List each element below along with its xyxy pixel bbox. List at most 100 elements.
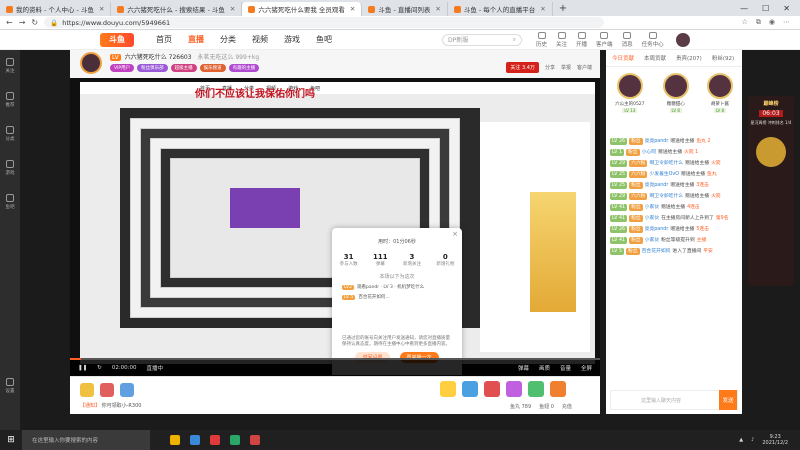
browser-tab[interactable]: 六六猪死吃什么 - 搜索结果 - 斗鱼 ✕ [111,2,243,16]
sidebar-item-recommend[interactable]: 推荐 [6,92,15,108]
tab-fans[interactable]: 粉丝(92) [712,54,734,62]
back-button[interactable]: ← [6,18,13,27]
maximize-icon[interactable]: ☐ [762,4,769,13]
notice-text[interactable]: 你可领取小-R300 [102,403,142,409]
search-input[interactable]: DP新服 ⌕ [442,33,522,46]
browser-tab-active[interactable]: 六六猪死吃什么要我 全员观看 ✕ [242,2,363,16]
history-button[interactable]: 历史 [536,31,547,48]
nav-home[interactable]: 首页 [156,34,172,45]
task-button[interactable]: 任务中心 [642,31,664,48]
activity-icon[interactable] [80,383,94,397]
profile-icon[interactable]: ◉ [769,18,775,27]
client-link[interactable]: 客户端 [577,64,592,71]
minimize-icon[interactable]: — [740,4,748,13]
chat-username[interactable]: 亮亮pandr [645,138,669,145]
sidebar-item-category[interactable]: 分类 [6,126,15,142]
url-field[interactable]: 🔒 https://www.douyu.com/5949661 [44,17,605,28]
close-icon[interactable]: ✕ [350,5,355,13]
app-icon[interactable] [250,435,260,445]
sidebar-item-game[interactable]: 游戏 [6,160,15,176]
activity-icon[interactable] [120,383,134,397]
network-icon[interactable]: ▲ [739,437,743,443]
volume-button[interactable]: 音量 [560,364,571,372]
report-button[interactable]: 举报 [561,64,571,71]
follow-button[interactable]: 关注 3.4万 [506,62,539,73]
nav-live[interactable]: 直播 [188,34,204,45]
sidebar-item-settings[interactable]: 设置 [6,378,15,394]
chat-username[interactable]: 小家伙 [645,215,659,222]
chat-list[interactable]: LV 26 粉丝 亮亮pandr 赠送给主播 鱼丸 2 LV 1 粉丝 小心阿 赠送给主播 火箭… [606,138,742,364]
share-button[interactable]: 分享 [545,64,555,71]
pause-icon[interactable]: ❚❚ [78,365,87,371]
browser-tab[interactable]: 我的资料 - 个人中心 - 斗鱼 ✕ [0,2,112,16]
sidebar-item-follow[interactable]: 关注 [6,58,15,74]
file-explorer-icon[interactable] [170,435,180,445]
rank-item[interactable]: 六公主的0527 LV 13 [615,73,645,113]
activity-icon[interactable] [100,383,114,397]
extensions-icon[interactable]: ⧉ [756,18,761,27]
app-icon[interactable] [210,435,220,445]
chat-username[interactable]: 百合花开如何 [642,248,671,255]
room-tag[interactable]: 娱乐频道 [199,64,226,72]
search-icon[interactable]: ⌕ [513,36,516,44]
sidebar-item-yuba[interactable]: 鱼吧 [6,194,15,210]
nav-yuba[interactable]: 鱼吧 [316,34,332,45]
chat-username[interactable]: 少发着生OvO [649,171,679,178]
room-tag[interactable]: 有趣的主播 [228,64,260,72]
nav-game[interactable]: 游戏 [284,34,300,45]
gift-icon[interactable] [484,381,500,397]
clock[interactable]: 9:23 2021/12/2 [762,434,788,446]
chat-username[interactable]: 啊卫令卵吃什么 [649,160,683,167]
chat-username[interactable]: 亮亮pandr [645,226,669,233]
start-button[interactable]: ⊞ [0,435,22,445]
douyu-logo[interactable]: 斗鱼 [100,32,134,47]
peak-rank-widget[interactable]: 巅峰榜 06:03 星河周榜 冲刺排名 1/4 [748,96,794,286]
video-player[interactable]: 首页 直播 分类 视频 游戏 鱼吧 你们不应该让我保佑你们吗 × 用时：01分0… [70,78,600,375]
browser-tab[interactable]: 斗鱼 - 直播间列表 ✕ [362,2,448,16]
room-tag[interactable]: 超级主播 [170,64,197,72]
chat-input-box[interactable]: 这里输入聊天内容 发送 [610,390,738,410]
fullscreen-button[interactable]: 全屏 [581,364,592,372]
recharge-button[interactable]: 充值 [562,403,572,410]
browser-tab[interactable]: 斗鱼 - 每个人的直播平台 ✕ [448,2,553,16]
broadcast-button[interactable]: 开播 [576,31,587,48]
forward-button[interactable]: → [19,18,26,27]
refresh-icon[interactable]: ↻ [97,365,102,371]
chat-username[interactable]: 小心阿 [642,149,656,156]
menu-icon[interactable]: ⋯ [783,18,790,27]
new-tab-button[interactable]: + [553,3,573,14]
anchor-avatar[interactable] [80,52,102,74]
quality-button[interactable]: 画质 [539,364,550,372]
room-tag[interactable]: 粉丝俱乐部 [137,64,168,72]
volume-icon[interactable]: ♪ [751,437,754,443]
close-icon[interactable]: ✕ [540,5,545,13]
gift-icon[interactable] [462,381,478,397]
chat-username[interactable]: 亮亮pandr [645,182,669,189]
tab-weekly[interactable]: 本周贡献 [644,54,666,62]
close-icon[interactable]: ✕ [435,5,440,13]
nav-category[interactable]: 分类 [220,34,236,45]
rank-item[interactable]: 糖糖甜心 LV 8 [662,73,689,113]
gift-icon[interactable] [550,381,566,397]
chat-username[interactable]: 小家伙 [645,204,659,211]
tab-daily[interactable]: 今日贡献 [612,54,634,62]
message-button[interactable]: 消息 [622,31,633,48]
taskbar-search[interactable]: 在这里输入你要搜索的内容 [22,430,150,450]
room-tag[interactable]: VIP用户 [110,64,135,72]
close-window-icon[interactable]: ✕ [783,4,790,13]
close-icon[interactable]: × [452,230,458,238]
tab-vip[interactable]: 贵宾(207) [676,54,702,62]
star-icon[interactable]: ☆ [742,18,748,27]
follow-button[interactable]: 关注 [556,31,567,48]
gift-icon[interactable] [506,381,522,397]
nav-video[interactable]: 视频 [252,34,268,45]
send-button[interactable]: 发送 [719,390,737,410]
rank-item[interactable]: 胡萝卜酱 LV 8 [706,73,733,113]
user-avatar[interactable] [675,32,690,47]
refresh-button[interactable]: ↻ [31,18,38,27]
danmaku-toggle[interactable]: 弹幕 [518,364,529,372]
app-icon[interactable] [230,435,240,445]
edge-icon[interactable] [190,435,200,445]
gift-icon[interactable] [440,381,456,397]
client-button[interactable]: 客户端 [596,31,613,48]
